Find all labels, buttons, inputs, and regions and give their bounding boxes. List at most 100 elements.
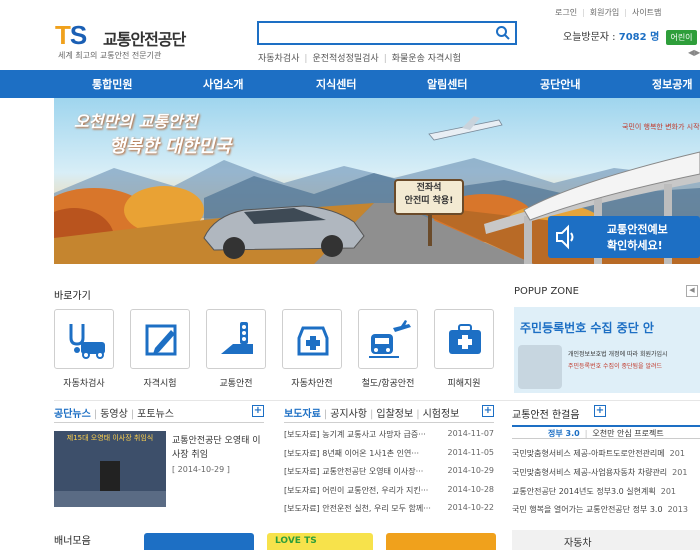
nav-item-disclosure[interactable]: 정보공개 [652,76,692,92]
column-row-title: 국민맞춤형서비스 제공-아파트도로안전관리메 [512,449,665,458]
login-link[interactable]: 로그인 [555,8,577,17]
column-row-date: 201 [660,487,677,496]
tab-press-release[interactable]: 보도자료 [284,409,321,420]
news-more-icon[interactable]: + [252,405,264,417]
kids-button[interactable]: 어린이 [666,30,697,45]
tab-video[interactable]: 동영상 [100,409,128,420]
press-row-title: [보도자료] 농기계 교통사고 사망자 급증··· [284,430,426,439]
tab-public-news[interactable]: 공단뉴스 [54,409,91,420]
shortcuts-title: 바로가기 [54,291,91,302]
press-row-date: 2014-10-29 [447,466,495,475]
train-plane-icon [369,320,411,358]
press-row[interactable]: [보도자료] 어린이 교통안전, 우리가 지킨··· 2014-10-28 [284,485,494,496]
press-row-title: [보도자료] 안전운전 실천, 우리 모두 함께··· [284,504,431,513]
news-photo-title-1[interactable]: 교통안전공단 오영태 이 [172,433,261,446]
search-icon[interactable] [495,25,511,41]
shortcut-label: 피해지원 [447,379,481,389]
column-more-icon[interactable]: + [594,405,606,417]
popup-prev-icon[interactable]: ◀ [686,285,698,297]
visitor-label: 오늘방문자 : [563,32,616,43]
banner-cta-line2: 확인하세요! [607,239,663,252]
banner-zone-item[interactable]: LOVE TS [267,533,373,550]
shortcut-vehicle-safety[interactable] [282,309,342,369]
popup-line2: 주민등록번호 수집이 중단됨을 알려드 [568,363,663,370]
press-row[interactable]: [보도자료] 8년째 이어온 1사1촌 인연··· 2014-11-05 [284,448,494,459]
quick-link-car-inspection[interactable]: 자동차검사 [258,54,299,64]
press-row[interactable]: [보도자료] 농기계 교통사고 사망자 급증··· 2014-11-07 [284,429,494,440]
stage-floor [54,491,166,507]
press-row-title: [보도자료] 8년째 이어온 1사1촌 인연··· [284,449,419,458]
tab-exam-info[interactable]: 시험정보 [423,409,460,420]
column-row-date: 2013 [667,505,688,514]
divider [54,400,700,401]
search-input[interactable] [259,23,484,43]
column-row-title: 국민 행복을 열어가는 교통안전공단 정부 3.0 [512,505,663,514]
banner-side-text: 국민이 행복한 변화가 시작됩 [622,123,700,131]
column-highlight-gov: 정부 3.0 [548,429,580,438]
column-row-date: 201 [672,468,688,477]
shortcut-rail-air-safety[interactable] [358,309,418,369]
quick-links: 자동차검사 | 운전적성정밀검사 | 화물운송 자격시험 [258,54,461,64]
main-banner[interactable]: 오천만의 교통안전 행복한 대한민국 전좌석 안전띠 착용! 교통안전예보 확인… [54,98,700,264]
tab-bid-info[interactable]: 입찰정보 [376,409,413,420]
column-highlight[interactable]: 정부 3.0 | 오천만 안심 프로젝트 [512,425,700,439]
banner-zone-item[interactable]: 자동차 [512,530,700,550]
banner-car: 자동차 [564,538,592,549]
first-aid-icon [449,324,481,354]
news-photo-caption: 제15대 오영태 이사장 취임식 [66,434,154,442]
press-row-title: [보도자료] 교통안전공단 오영태 이사장··· [284,467,424,476]
nav-item-business[interactable]: 사업소개 [203,76,243,92]
site-logo[interactable]: TS 교통안전공단 세계 최고의 교통안전 전문기관 [55,20,205,60]
divider [54,422,264,423]
popup-headline: 주민등록번호 수집 중단 안 [520,321,654,335]
press-tabs: 보도자료 | 공지사항 | 입찰정보 | 시험정보 [284,409,460,420]
logo-mark: TS [55,20,87,50]
visitor-counter: 오늘방문자 : 7082 명 어린이 [563,28,700,45]
shortcut-damage-support[interactable] [434,309,494,369]
main-nav: 통합민원 사업소개 지식센터 알림센터 공단안내 정보공개 [0,70,700,98]
search-box [257,21,517,45]
column-row[interactable]: 교통안전공단 2014년도 정부3.0 실현계획 201 [512,486,676,497]
popup-image [518,345,562,389]
quick-link-freight-license[interactable]: 화물운송 자격시험 [392,54,461,64]
news-tabs: 공단뉴스 | 동영상 | 포토뉴스 [54,409,174,420]
top-links: 로그인 | 회원가입 | 사이트맵 [555,8,662,17]
press-row-date: 2014-11-07 [447,429,495,438]
nav-item-civil[interactable]: 통합민원 [92,76,132,92]
banner-zone-item[interactable] [144,533,254,550]
column-row-title: 교통안전공단 2014년도 정부3.0 실현계획 [512,487,656,496]
arrow-nav-icon[interactable]: ◀▶ [688,48,700,57]
banner-sign: 전좌석 안전띠 착용! [404,183,454,206]
press-row[interactable]: [보도자료] 안전운전 실천, 우리 모두 함께··· 2014-10-22 [284,503,494,514]
column-row[interactable]: 국민 행복을 열어가는 교통안전공단 정부 3.0 2013 [512,504,688,515]
sitemap-link[interactable]: 사이트맵 [632,8,661,17]
signup-link[interactable]: 회원가입 [590,8,619,17]
press-more-icon[interactable]: + [482,405,494,417]
visitor-count: 7082 명 [618,32,660,43]
nav-item-notice[interactable]: 알림센터 [427,76,467,92]
column-row[interactable]: 국민맞춤형서비스 제공-사업용자동차 차량관리 201 [512,467,687,478]
shortcut-qualification-exam[interactable] [130,309,190,369]
shortcut-traffic-safety[interactable] [206,309,266,369]
tab-announcement[interactable]: 공지사항 [330,409,367,420]
column-row-date: 201 [669,449,685,458]
news-photo[interactable]: 제15대 오영태 이사장 취임식 [54,431,166,507]
nav-item-about[interactable]: 공단안내 [540,76,580,92]
nav-item-knowledge[interactable]: 지식센터 [316,76,356,92]
shortcut-label: 자격시험 [143,379,177,389]
shortcut-car-inspection[interactable] [54,309,114,369]
logo-name: 교통안전공단 [103,30,186,49]
banner-zone-item[interactable] [386,533,496,550]
vehicle-safety-icon [297,326,329,356]
shortcut-label: 철도/항공안전 [361,379,415,389]
shortcut-label: 교통안전 [219,379,253,389]
speaker-icon [554,222,578,252]
quick-link-aptitude-test[interactable]: 운전적성정밀검사 [312,54,378,64]
column-row[interactable]: 국민맞춤형서비스 제공-아파트도로안전관리메 201 [512,448,685,459]
logo-slogan: 세계 최고의 교통안전 전문기관 [58,51,162,60]
tab-photo-news[interactable]: 포토뉴스 [137,409,174,420]
news-photo-title-2[interactable]: 사장 취임 [172,447,208,460]
press-row[interactable]: [보도자료] 교통안전공단 오영태 이사장··· 2014-10-29 [284,466,494,477]
popup-banner[interactable]: 주민등록번호 수집 중단 안 개인정보보호법 개정에 따라 회원가입시 주민등록… [514,307,700,393]
banner-headline-1: 오천만의 교통안전 [74,112,198,131]
